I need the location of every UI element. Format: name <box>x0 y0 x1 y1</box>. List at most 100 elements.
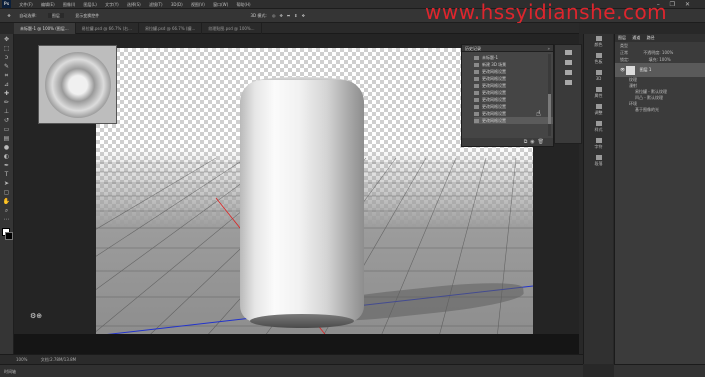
gradient-icon[interactable]: ▤ <box>3 136 11 142</box>
quick-select-icon[interactable]: ✎ <box>3 64 11 70</box>
tab-layers[interactable]: 图层 <box>618 35 626 40</box>
swatches-panel-button[interactable]: 色板 <box>584 51 613 68</box>
history-item[interactable]: 更改网格设置 <box>474 75 553 82</box>
menu-filter[interactable]: 滤镜(T) <box>149 0 163 9</box>
menu-help[interactable]: 帮助(H) <box>236 0 250 9</box>
shape-icon[interactable]: ▢ <box>3 190 11 196</box>
menu-window[interactable]: 窗口(W) <box>213 0 228 9</box>
eyedropper-icon[interactable]: ⊿ <box>3 82 11 88</box>
eraser-icon[interactable]: ▭ <box>3 127 11 133</box>
history-item-selected[interactable]: 更改网格设置 <box>474 117 553 124</box>
layers-panel-tabs: 图层 通道 路径 <box>615 34 705 42</box>
history-item[interactable]: 更改网格设置 <box>474 89 553 96</box>
auto-select-dropdown[interactable]: 图层 <box>47 13 64 18</box>
lasso-icon[interactable]: ↄ <box>3 55 11 61</box>
panel-dock-column: 颜色 色板 3D 属性 调整 样式 字符 段落 <box>583 34 613 364</box>
history-item[interactable]: 更改网格设置 <box>474 96 553 103</box>
blend-mode-select[interactable]: 正常 <box>620 50 628 55</box>
panel-icon[interactable] <box>564 80 572 85</box>
opacity-field[interactable]: 不透明度: 100% <box>643 50 673 55</box>
layer-row[interactable]: 👁 图层 1 <box>615 63 705 77</box>
history-footer-icons[interactable]: ⧉◉🗑 <box>462 138 553 146</box>
watermark-text: www.hssyidianshe.com <box>425 0 668 24</box>
path-select-icon[interactable]: ➤ <box>3 181 11 187</box>
timeline-label[interactable]: 时间轴 <box>4 369 16 374</box>
auto-select-checkbox[interactable]: 自动选择: <box>19 13 36 18</box>
3d-mode-icons[interactable]: ◎✥⬌⬍❖ <box>272 13 309 18</box>
healing-icon[interactable]: ✚ <box>3 91 11 97</box>
step-icon <box>474 63 479 67</box>
color-panel-button[interactable]: 颜色 <box>584 34 613 51</box>
history-item[interactable]: 更改网格设置 <box>474 103 553 110</box>
3d-camera-gizmo-icon[interactable]: ⚙⊕ <box>30 312 48 320</box>
panel-icon[interactable] <box>564 50 572 55</box>
menu-view[interactable]: 视图(V) <box>191 0 205 9</box>
history-item[interactable]: 新建 3D 场景 <box>474 61 553 68</box>
history-item[interactable]: 更改网格设置 <box>474 68 553 75</box>
pen-icon[interactable]: ✒ <box>3 163 11 169</box>
layer-kind-filter[interactable]: 类型 <box>615 42 705 49</box>
color-icon <box>595 36 602 41</box>
paragraph-panel-button[interactable]: 段落 <box>584 153 613 170</box>
marquee-icon[interactable]: ⬚ <box>3 46 11 52</box>
more-tools-icon[interactable]: ⋯ <box>3 217 11 223</box>
brush-icon[interactable]: ✏ <box>3 100 11 106</box>
move-tool-icon[interactable]: ✥ <box>0 9 18 23</box>
menu-edit[interactable]: 编辑(E) <box>41 0 55 9</box>
menu-type[interactable]: 文字(Y) <box>105 0 119 9</box>
menu-layer[interactable]: 图层(L) <box>84 0 97 9</box>
dodge-icon[interactable]: ◐ <box>3 154 11 160</box>
background-color-swatch[interactable] <box>5 232 13 240</box>
properties-panel-button[interactable]: 属性 <box>584 85 613 102</box>
document-tab-bar: 未标题-1 @ 100% (图层... 易拉罐.psd @ 66.7% (右...… <box>14 23 579 34</box>
fill-field[interactable]: 填充: 100% <box>649 57 671 62</box>
menu-3d[interactable]: 3D(D) <box>171 0 183 9</box>
styles-panel-button[interactable]: 样式 <box>584 119 613 136</box>
3d-panel-button[interactable]: 3D <box>584 68 613 85</box>
history-panel: 历史记录 » 未标题-1 新建 3D 场景 更改网格设置 更改网格设置 更改网格… <box>461 44 554 147</box>
zoom-level[interactable]: 100% <box>16 357 27 362</box>
layers-panel-footer <box>614 364 705 377</box>
eye-icon[interactable]: 👁 <box>620 67 625 72</box>
step-icon <box>474 84 479 88</box>
step-icon <box>474 70 479 74</box>
menu-select[interactable]: 选择(S) <box>127 0 141 9</box>
hand-icon[interactable]: ✋ <box>3 199 11 205</box>
step-icon <box>474 119 479 123</box>
document-tab[interactable]: 易拉罐.psd @ 66.7% (罐... <box>139 23 203 34</box>
zoom-icon[interactable]: ⌕ <box>3 208 11 214</box>
blur-icon[interactable]: ● <box>3 145 11 151</box>
type-icon[interactable]: T <box>3 172 11 178</box>
history-scrollbar[interactable] <box>548 54 551 136</box>
tab-channels[interactable]: 通道 <box>632 35 640 40</box>
close-icon[interactable]: » <box>548 45 550 52</box>
scrollbar-thumb[interactable] <box>548 94 551 124</box>
step-icon <box>474 98 479 102</box>
3d-icon <box>595 70 602 75</box>
layer-name: 图层 1 <box>639 67 652 72</box>
history-item[interactable]: 更改网格设置 <box>474 82 553 89</box>
step-icon <box>474 77 479 81</box>
adjustments-panel-button[interactable]: 调整 <box>584 102 613 119</box>
crop-icon[interactable]: ⌗ <box>3 73 11 79</box>
panel-icon[interactable] <box>564 60 572 65</box>
layer-sub-item[interactable]: 基于图像的光 <box>629 107 705 113</box>
document-tab[interactable]: 未标题-1 @ 100% (图层... <box>14 23 76 34</box>
transform-controls-checkbox[interactable]: 显示变换控件 <box>75 13 99 18</box>
panel-icon[interactable] <box>564 70 572 75</box>
menu-file[interactable]: 文件(F) <box>19 0 32 9</box>
tab-paths[interactable]: 路径 <box>647 35 655 40</box>
document-tab[interactable]: 纹理贴图.psd @ 100%... <box>202 23 262 34</box>
character-panel-button[interactable]: 字符 <box>584 136 613 153</box>
3d-can-model[interactable] <box>240 80 364 322</box>
swatches-icon <box>595 53 602 58</box>
move-icon[interactable]: ✥ <box>3 37 11 43</box>
menu-image[interactable]: 图像(I) <box>63 0 75 9</box>
3d-secondary-view[interactable] <box>38 45 117 124</box>
adjustments-icon <box>595 104 602 109</box>
stamp-icon[interactable]: ⊥ <box>3 109 11 115</box>
history-brush-icon[interactable]: ↺ <box>3 118 11 124</box>
layers-panel: 图层 通道 路径 类型 正常 不透明度: 100% 锁定: 填充: 100% 👁… <box>614 34 705 364</box>
document-tab[interactable]: 易拉罐.psd @ 66.7% (右... <box>76 23 139 34</box>
history-item[interactable]: 未标题-1 <box>474 54 553 61</box>
